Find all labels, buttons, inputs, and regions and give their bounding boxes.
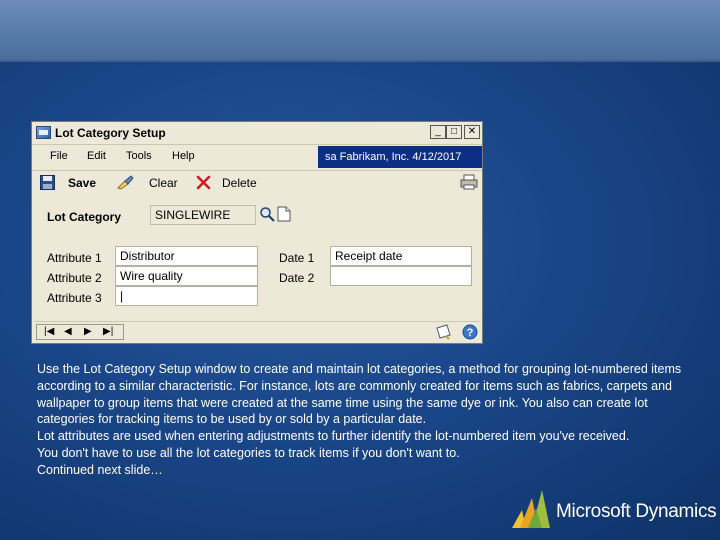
clear-icon [117, 175, 134, 190]
microsoft-dynamics-logo: Microsoft Dynamics [510, 488, 717, 532]
lot-category-setup-window: Lot Category Setup _ □ ✕ File Edit Tools… [31, 121, 483, 344]
next-record-button[interactable]: ▶ [84, 326, 92, 337]
delete-icon [196, 175, 211, 190]
first-record-button[interactable]: |◀ [44, 326, 54, 337]
app-window-icon [36, 126, 51, 139]
save-button[interactable]: Save [68, 176, 96, 190]
date-1-label: Date 1 [279, 251, 315, 265]
save-icon [40, 175, 55, 190]
slide-header-band [0, 0, 720, 62]
attribute-2-label: Attribute 2 [47, 271, 102, 285]
paragraph-attributes: Lot attributes are used when entering ad… [37, 429, 630, 444]
paragraph-intro: Use the Lot Category Setup window to cre… [37, 362, 682, 427]
clear-button[interactable]: Clear [149, 176, 178, 190]
attribute-3-field[interactable]: | [115, 286, 258, 306]
paragraph-continued: Continued next slide… [37, 462, 163, 477]
lookup-icon[interactable] [259, 206, 275, 222]
note-icon[interactable] [435, 324, 452, 340]
attribute-3-label: Attribute 3 [47, 291, 102, 305]
window-titlebar[interactable]: Lot Category Setup _ □ ✕ [32, 122, 482, 145]
slide-body-text: Use the Lot Category Setup window to cre… [37, 361, 687, 479]
svg-text:?: ? [467, 327, 474, 339]
status-bar: |◀ ◀ ▶ ▶| ? [34, 321, 480, 342]
lot-category-field[interactable]: SINGLEWIRE [150, 205, 256, 225]
menu-file[interactable]: File [50, 150, 68, 162]
minimize-button[interactable]: _ [430, 125, 446, 139]
new-note-icon[interactable] [277, 206, 291, 222]
delete-button[interactable]: Delete [222, 176, 257, 190]
menu-edit[interactable]: Edit [87, 150, 106, 162]
record-navigation: |◀ ◀ ▶ ▶| [36, 324, 124, 340]
last-record-button[interactable]: ▶| [103, 326, 113, 337]
dynamics-logo-icon [512, 490, 550, 528]
printer-icon[interactable] [460, 174, 478, 190]
user-company-date-info: sa Fabrikam, Inc. 4/12/2017 [318, 146, 482, 168]
close-button[interactable]: ✕ [464, 125, 480, 139]
logo-text: Microsoft Dynamics [556, 501, 717, 522]
menu-tools[interactable]: Tools [126, 150, 152, 162]
date-2-label: Date 2 [279, 271, 315, 285]
previous-record-button[interactable]: ◀ [64, 326, 72, 337]
toolbar: Save Clear Delete [32, 170, 482, 195]
date-2-field[interactable] [330, 266, 472, 286]
attribute-2-field[interactable]: Wire quality [115, 266, 258, 286]
help-icon[interactable]: ? [462, 324, 478, 340]
window-title: Lot Category Setup [55, 126, 166, 140]
menu-help[interactable]: Help [172, 150, 195, 162]
lot-category-label: Lot Category [47, 210, 122, 224]
attribute-1-label: Attribute 1 [47, 251, 102, 265]
attribute-1-field[interactable]: Distributor [115, 246, 258, 266]
date-1-field[interactable]: Receipt date [330, 246, 472, 266]
maximize-button[interactable]: □ [446, 125, 462, 139]
paragraph-optional: You don't have to use all the lot catego… [37, 445, 460, 460]
